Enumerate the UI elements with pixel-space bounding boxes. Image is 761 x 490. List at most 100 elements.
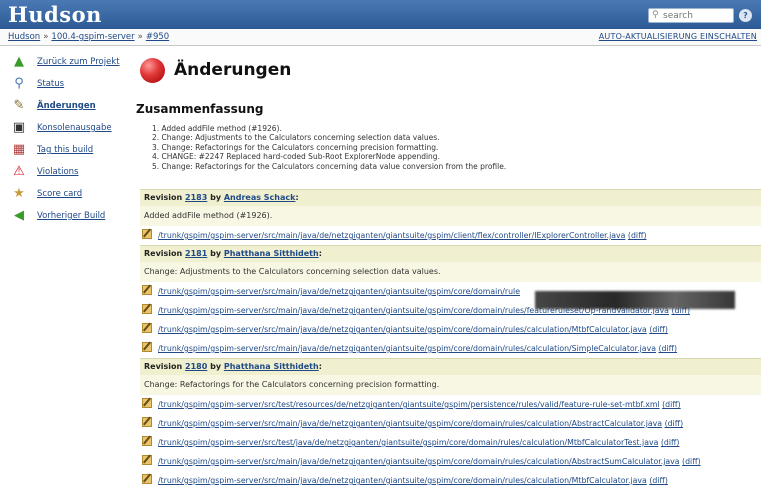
sidebar-item-label[interactable]: Violations <box>37 167 78 177</box>
revision-colon: : <box>295 193 299 202</box>
file-path-link[interactable]: /trunk/gspim/gspim-server/src/main/java/… <box>158 476 647 485</box>
breadcrumb-bar: Hudson» 100.4-gspim-server» #950 AUTO-AKTU… <box>0 29 761 46</box>
revision-author-link[interactable]: Andreas Schack <box>224 193 296 202</box>
hudson-logo[interactable]: Hudson <box>8 2 102 27</box>
file-path-link[interactable]: /trunk/gspim/gspim-server/src/test/java/… <box>158 438 658 447</box>
summary-heading: Zusammenfassung <box>136 102 264 116</box>
sidebar-item-label[interactable]: Vorheriger Build <box>37 211 105 221</box>
edit-file-icon <box>142 398 152 408</box>
file-path-link[interactable]: /trunk/gspim/gspim-server/src/main/java/… <box>158 325 647 334</box>
revision-message: Change: Adjustments to the Calculators c… <box>140 262 761 282</box>
sidebar-item-label[interactable]: Status <box>37 79 64 89</box>
revision-colon: : <box>318 362 322 371</box>
sidebar-item-label[interactable]: Konsolenausgabe <box>37 123 112 133</box>
changed-file-row: /trunk/gspim/gspim-server/src/main/java/… <box>140 339 761 358</box>
changed-file-row: /trunk/gspim/gspim-server/src/main/java/… <box>140 320 761 339</box>
help-icon[interactable]: ? <box>739 9 752 22</box>
changed-file-row: /trunk/gspim/gspim-server/src/test/resou… <box>140 395 761 414</box>
sidebar-item-tag-build[interactable]: ▦ Tag this build <box>4 142 130 164</box>
changed-file-row: /trunk/gspim/gspim-server/src/main/java/… <box>140 414 761 433</box>
tag-icon: ▦ <box>12 142 26 157</box>
edit-file-icon <box>142 304 152 314</box>
sidebar-item-label[interactable]: Tag this build <box>37 145 93 155</box>
left-arrow-icon: ◀ <box>14 208 24 223</box>
revision-header: Revision 2180 by Phatthana Sitthideth: <box>140 358 761 375</box>
breadcrumb-build[interactable]: #950 <box>146 32 169 42</box>
up-arrow-icon: ▲ <box>14 54 24 69</box>
revision-author-link[interactable]: Phatthana Sitthideth <box>224 249 319 258</box>
title-row: Änderungen <box>136 54 758 92</box>
auto-refresh-link[interactable]: AUTO-AKTUALISIERUNG EINSCHALTEN <box>599 32 757 41</box>
changed-file-row: /trunk/gspim/gspim-server/src/main/java/… <box>140 452 761 471</box>
notepad-icon: ✎ <box>13 98 25 113</box>
sidebar-item-previous-build[interactable]: ◀ Vorheriger Build <box>4 208 130 230</box>
edit-file-icon <box>142 285 152 295</box>
search-input[interactable] <box>663 9 731 22</box>
diff-link[interactable]: (diff) <box>682 457 701 466</box>
sidebar-item-label[interactable]: Score card <box>37 189 82 199</box>
file-path-link[interactable]: /trunk/gspim/gspim-server/src/main/java/… <box>158 231 625 240</box>
sidebar-item-score-card[interactable]: ★ Score card <box>4 186 130 208</box>
sidebar-item-label[interactable]: Zurück zum Projekt <box>37 57 120 67</box>
revision-author-link[interactable]: Phatthana Sitthideth <box>224 362 319 371</box>
edit-file-icon <box>142 229 152 239</box>
revision-colon: : <box>318 249 322 258</box>
revision-by: by <box>210 362 222 371</box>
scorecard-icon: ★ <box>13 186 25 201</box>
warning-icon: ⚠ <box>13 164 25 179</box>
revision-prefix: Revision <box>144 193 183 202</box>
breadcrumb-separator: » <box>137 32 143 42</box>
revision-number-link[interactable]: 2183 <box>185 193 207 202</box>
breadcrumb: Hudson» 100.4-gspim-server» #950 <box>8 32 169 42</box>
magnifier-icon: ⚲ <box>14 76 24 91</box>
revision-list: Revision 2183 by Andreas Schack: Added a… <box>140 189 761 490</box>
search-box[interactable]: ⚲ <box>648 8 734 23</box>
sidebar-item-changes[interactable]: ✎ Änderungen <box>4 98 130 120</box>
revision-message: Change: Refactorings for the Calculators… <box>140 375 761 395</box>
file-path-link[interactable]: /trunk/gspim/gspim-server/src/main/java/… <box>158 287 520 296</box>
revision-prefix: Revision <box>144 362 183 371</box>
diff-link[interactable]: (diff) <box>662 400 681 409</box>
search-icon: ⚲ <box>652 10 659 20</box>
revision-header: Revision 2181 by Phatthana Sitthideth: <box>140 245 761 262</box>
revision-number-link[interactable]: 2181 <box>185 249 207 258</box>
revision-header: Revision 2183 by Andreas Schack: <box>140 189 761 206</box>
sidebar-item-console[interactable]: ▣ Konsolenausgabe <box>4 120 130 142</box>
main-content: Änderungen Zusammenfassung 1. Added addF… <box>136 54 758 171</box>
summary-list: 1. Added addFile method (#1926). 2. Chan… <box>152 124 506 171</box>
summary-item: 5. Change: Refactorings for the Calculat… <box>152 161 507 171</box>
revision-number-link[interactable]: 2180 <box>185 362 207 371</box>
edit-file-icon <box>142 455 152 465</box>
diff-link[interactable]: (diff) <box>658 344 677 353</box>
file-path-link[interactable]: /trunk/gspim/gspim-server/src/test/resou… <box>158 400 660 409</box>
edit-file-icon <box>142 342 152 352</box>
sidebar: ▲ Zurück zum Projekt ⚲ Status ✎ Änderung… <box>4 54 130 230</box>
summary-item: 3. Change: Refactorings for the Calculat… <box>152 142 439 152</box>
redacted-overlay <box>535 291 735 309</box>
changed-file-row: /trunk/gspim/gspim-server/src/test/java/… <box>140 433 761 452</box>
diff-link[interactable]: (diff) <box>628 231 647 240</box>
revision-by: by <box>210 193 222 202</box>
breadcrumb-separator: » <box>43 32 49 42</box>
diff-link[interactable]: (diff) <box>661 438 680 447</box>
diff-link[interactable]: (diff) <box>665 419 684 428</box>
revision-prefix: Revision <box>144 249 183 258</box>
sidebar-item-status[interactable]: ⚲ Status <box>4 76 130 98</box>
summary-item: 1. Added addFile method (#1926). <box>152 124 282 133</box>
file-path-link[interactable]: /trunk/gspim/gspim-server/src/main/java/… <box>158 344 656 353</box>
file-path-link[interactable]: /trunk/gspim/gspim-server/src/main/java/… <box>158 419 662 428</box>
header-bar: Hudson ⚲ ? <box>0 0 761 29</box>
sidebar-item-back-to-project[interactable]: ▲ Zurück zum Projekt <box>4 54 130 76</box>
revision-by: by <box>210 249 222 258</box>
breadcrumb-project[interactable]: 100.4-gspim-server <box>51 32 134 42</box>
changed-file-row: /trunk/gspim/gspim-server/src/main/java/… <box>140 471 761 490</box>
file-path-link[interactable]: /trunk/gspim/gspim-server/src/main/java/… <box>158 457 680 466</box>
sidebar-item-label[interactable]: Änderungen <box>37 101 96 111</box>
build-failed-icon <box>140 58 165 83</box>
sidebar-item-violations[interactable]: ⚠ Violations <box>4 164 130 186</box>
breadcrumb-hudson[interactable]: Hudson <box>8 32 40 42</box>
revision-message: Added addFile method (#1926). <box>140 206 761 226</box>
diff-link[interactable]: (diff) <box>649 476 668 485</box>
edit-file-icon <box>142 417 152 427</box>
diff-link[interactable]: (diff) <box>649 325 668 334</box>
